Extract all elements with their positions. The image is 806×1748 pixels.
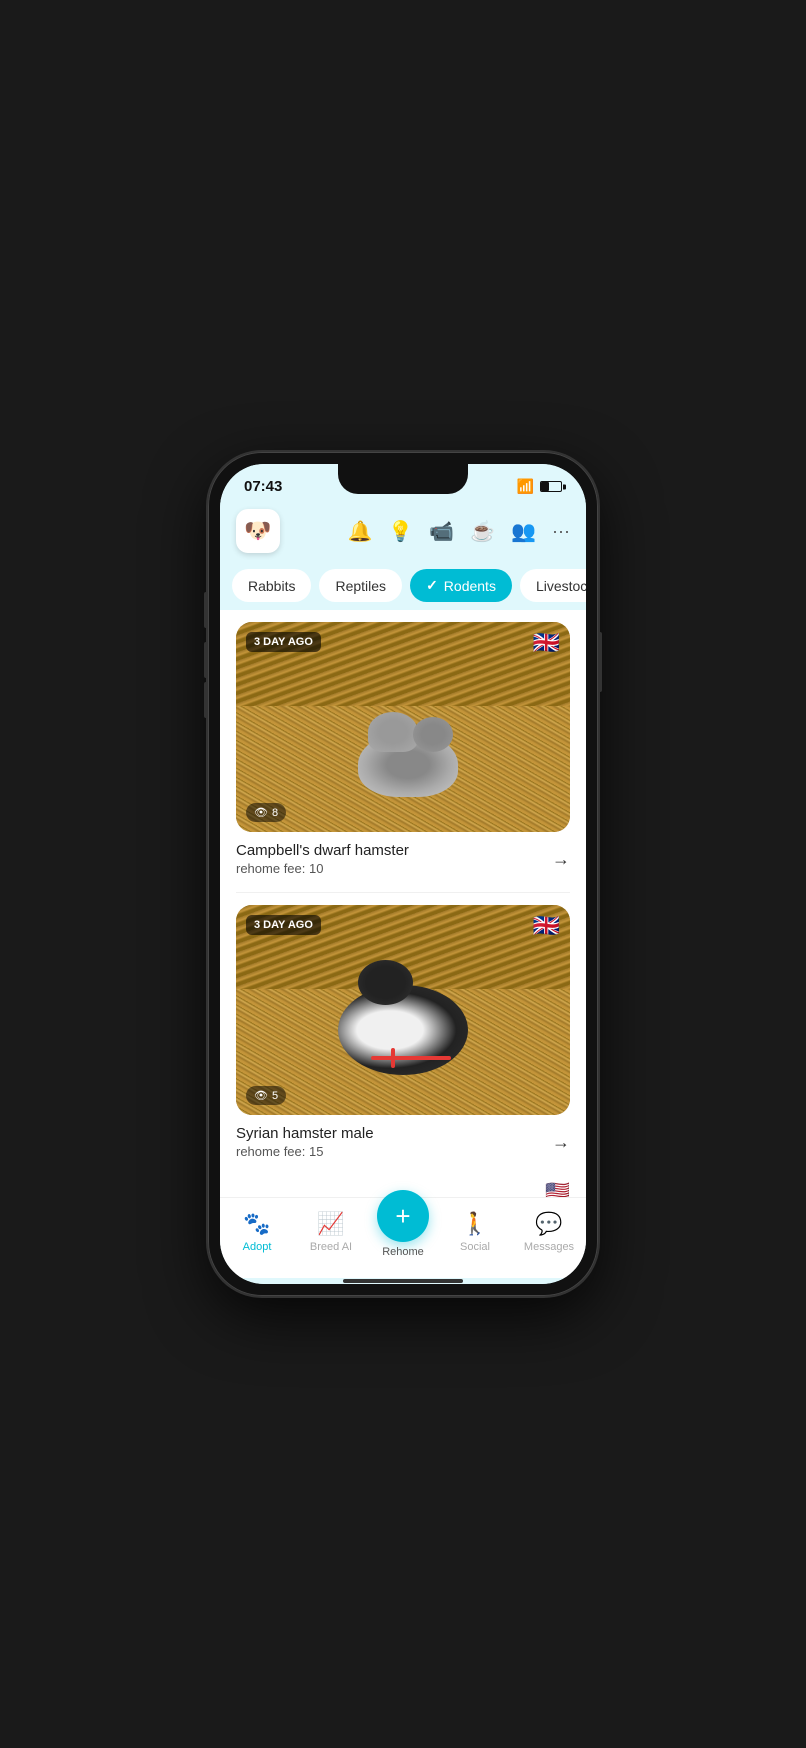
people-icon[interactable]: 👥 <box>511 519 536 544</box>
bell-icon[interactable]: 🔔 <box>347 519 372 544</box>
logo-emoji: 🐶 <box>244 518 271 544</box>
app-header: 🐶 🔔 💡 📹 ☕ 👥 ··· <box>220 501 586 561</box>
more-icon[interactable]: ··· <box>552 521 570 542</box>
listing-name-2: Syrian hamster male <box>236 1125 374 1142</box>
listing-info-2: Syrian hamster male rehome fee: 15 → <box>236 1125 570 1159</box>
hamster2-image <box>236 905 570 1115</box>
home-bar <box>343 1279 463 1283</box>
listing-fee-2: rehome fee: 15 <box>236 1144 374 1159</box>
tab-livestock[interactable]: Livestock <box>520 569 586 602</box>
app-logo: 🐶 <box>236 509 280 553</box>
hamster-harness <box>371 1056 451 1060</box>
wifi-icon: 📶 <box>517 478 534 495</box>
nav-messages[interactable]: 💬 Messages <box>521 1211 577 1253</box>
battery-icon <box>540 481 562 492</box>
hamster1-image <box>236 622 570 832</box>
social-icon: 🚶 <box>461 1211 488 1237</box>
listing-fee-1: rehome fee: 10 <box>236 861 409 876</box>
adopt-label: Adopt <box>243 1241 272 1253</box>
listing-age-badge-1: 3 DAY AGO <box>246 632 321 652</box>
social-label: Social <box>460 1241 490 1253</box>
category-tabs: Rabbits Reptiles Rodents Livestock P... <box>220 561 586 610</box>
breed-ai-label: Breed AI <box>310 1241 352 1253</box>
eye-icon-2: 👁 <box>254 1089 268 1102</box>
listing-arrow-1[interactable]: → <box>552 849 570 870</box>
tab-rodents[interactable]: Rodents <box>410 569 512 602</box>
camera-icon[interactable]: 📹 <box>429 519 454 544</box>
eye-icon: 👁 <box>254 806 268 819</box>
phone-frame: 07:43 📶 🐶 🔔 💡 📹 ☕ 👥 ··· <box>208 452 598 1296</box>
notch <box>338 464 468 494</box>
content-area[interactable]: 3 DAY AGO 🇬🇧 👁 8 Campbell's dwarf hamste… <box>220 610 586 1197</box>
tab-reptiles[interactable]: Reptiles <box>319 569 402 602</box>
tab-rabbits[interactable]: Rabbits <box>232 569 311 602</box>
us-flag: 🇺🇸 <box>545 1179 570 1197</box>
phone-screen: 07:43 📶 🐶 🔔 💡 📹 ☕ 👥 ··· <box>220 464 586 1284</box>
breed-ai-icon: 📈 <box>317 1211 344 1237</box>
us-flag-row: 🇺🇸 <box>220 1175 586 1197</box>
hamster2-animal <box>338 985 468 1075</box>
rehome-button[interactable]: + <box>377 1190 429 1242</box>
messages-icon: 💬 <box>535 1211 562 1237</box>
listing-age-badge-2: 3 DAY AGO <box>246 915 321 935</box>
listing-arrow-2[interactable]: → <box>552 1132 570 1153</box>
listing-views-2: 👁 5 <box>246 1086 286 1105</box>
listing-info-1: Campbell's dwarf hamster rehome fee: 10 … <box>236 842 570 876</box>
status-time: 07:43 <box>244 478 282 495</box>
listing-name-1: Campbell's dwarf hamster <box>236 842 409 859</box>
header-icons: 🔔 💡 📹 ☕ 👥 ··· <box>347 519 570 544</box>
cup-icon[interactable]: ☕ <box>470 519 495 544</box>
listing-flag-1: 🇬🇧 <box>533 632 560 654</box>
filter-section: 🇺🇸 Select Breed ▼ world > > Rodents 🔍 <box>220 1175 586 1197</box>
hamster1-animal <box>358 732 458 797</box>
nav-adopt[interactable]: 🐾 Adopt <box>229 1211 285 1253</box>
bulb-icon[interactable]: 💡 <box>388 519 413 544</box>
listing-card-1[interactable]: 3 DAY AGO 🇬🇧 👁 8 Campbell's dwarf hamste… <box>220 610 586 892</box>
listing-image-1[interactable]: 3 DAY AGO 🇬🇧 👁 8 <box>236 622 570 832</box>
home-indicator <box>220 1278 586 1284</box>
messages-label: Messages <box>524 1241 574 1253</box>
listing-card-2[interactable]: 3 DAY AGO 🇬🇧 👁 5 Syrian hamster male reh… <box>220 893 586 1175</box>
rehome-label: Rehome <box>382 1246 424 1258</box>
listing-details-2: Syrian hamster male rehome fee: 15 <box>236 1125 374 1159</box>
listing-flag-2: 🇬🇧 <box>533 915 560 937</box>
rehome-plus-icon: + <box>395 1201 410 1232</box>
nav-social[interactable]: 🚶 Social <box>447 1211 503 1253</box>
listing-details-1: Campbell's dwarf hamster rehome fee: 10 <box>236 842 409 876</box>
status-icons: 📶 <box>517 478 562 495</box>
bottom-nav: 🐾 Adopt 📈 Breed AI + Rehome 🚶 Social 💬 M… <box>220 1197 586 1278</box>
nav-rehome[interactable]: + Rehome <box>377 1206 429 1258</box>
listing-views-1: 👁 8 <box>246 803 286 822</box>
listing-image-2[interactable]: 3 DAY AGO 🇬🇧 👁 5 <box>236 905 570 1115</box>
nav-breed-ai[interactable]: 📈 Breed AI <box>303 1211 359 1253</box>
adopt-icon: 🐾 <box>243 1211 270 1237</box>
